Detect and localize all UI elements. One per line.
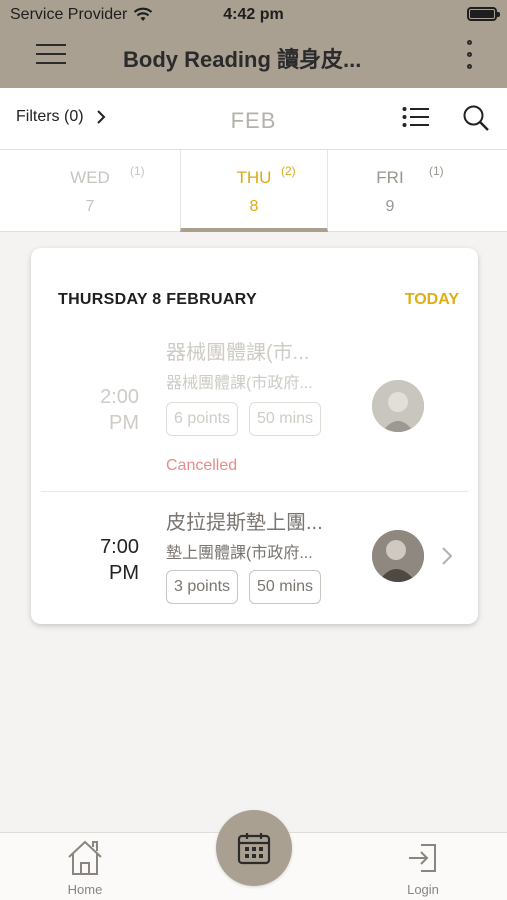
- day-tab-thu[interactable]: THU (2) 8: [180, 150, 328, 232]
- session-subtitle: 墊上團體課(市政府...: [166, 545, 313, 562]
- instructor-avatar: [372, 530, 424, 582]
- top-bar: Service Provider 4:42 pm Body Reading 讀身…: [0, 0, 507, 88]
- cancelled-status: Cancelled: [166, 457, 238, 474]
- status-bar: Service Provider 4:42 pm: [0, 0, 507, 30]
- calendar-fab[interactable]: [216, 810, 292, 886]
- more-options-icon[interactable]: [462, 40, 476, 74]
- session-time: 7:00 PM: [71, 534, 139, 586]
- month-label: FEB: [230, 108, 277, 133]
- session-name: 皮拉提斯墊上團...: [166, 512, 323, 534]
- status-time: 4:42 pm: [223, 6, 284, 23]
- login-icon: [409, 844, 436, 872]
- page-title: Body Reading 讀身皮...: [123, 47, 362, 72]
- session-time-hm: 2:00: [100, 386, 139, 408]
- session-item[interactable]: 2:00 PM 器械團體課(市... 器械團體課(市政府... 6 points…: [31, 334, 478, 490]
- day-count: (1): [130, 164, 145, 178]
- battery-icon: [467, 7, 500, 21]
- day-tabs: WED (1) 7 THU (2) 8 FRI (1) 9: [0, 150, 507, 232]
- session-subtitle: 器械團體課(市政府...: [166, 375, 313, 392]
- schedule-card: THURSDAY 8 FEBRUARY TODAY 2:00 PM 器械團體課(…: [31, 248, 478, 624]
- day-name: THU: [236, 168, 272, 187]
- session-time-ampm: PM: [109, 562, 139, 584]
- session-time-ampm: PM: [109, 412, 139, 434]
- nav-home[interactable]: Home: [45, 839, 125, 897]
- search-icon[interactable]: [462, 104, 490, 132]
- session-time-hm: 7:00: [100, 536, 139, 558]
- app-header: Body Reading 讀身皮...: [0, 30, 507, 88]
- session-time: 2:00 PM: [71, 384, 139, 436]
- card-date-heading: THURSDAY 8 FEBRUARY: [58, 291, 257, 308]
- list-view-icon[interactable]: [402, 106, 430, 128]
- today-badge: TODAY: [404, 291, 459, 308]
- nav-login-label: Login: [407, 882, 439, 897]
- points-tag: 3 points: [166, 570, 239, 604]
- home-icon: [68, 840, 102, 875]
- nav-login[interactable]: Login: [383, 839, 463, 897]
- day-tab-fri[interactable]: FRI (1) 9: [316, 150, 464, 232]
- day-date: 8: [249, 198, 259, 215]
- day-date: 7: [85, 198, 95, 215]
- day-tab-wed[interactable]: WED (1) 7: [16, 150, 164, 232]
- day-date: 9: [385, 198, 395, 215]
- calendar-icon: [237, 833, 271, 865]
- session-name: 器械團體課(市...: [166, 342, 310, 364]
- instructor-avatar: [372, 380, 424, 432]
- filter-bar: Filters (0) FEB: [0, 88, 507, 150]
- points-tag: 6 points: [166, 402, 239, 436]
- menu-icon[interactable]: [36, 44, 66, 66]
- avatar-photo-icon: [372, 530, 424, 582]
- nav-home-label: Home: [67, 882, 103, 897]
- duration-tag: 50 mins: [249, 402, 322, 436]
- chevron-right-icon[interactable]: [441, 546, 453, 566]
- session-divider: [41, 491, 468, 492]
- day-count: (2): [281, 164, 296, 178]
- day-count: (1): [429, 164, 444, 178]
- duration-tag: 50 mins: [249, 570, 322, 604]
- session-item[interactable]: 7:00 PM 皮拉提斯墊上團... 墊上團體課(市政府... 3 points…: [31, 504, 478, 614]
- avatar-photo-icon: [372, 380, 424, 432]
